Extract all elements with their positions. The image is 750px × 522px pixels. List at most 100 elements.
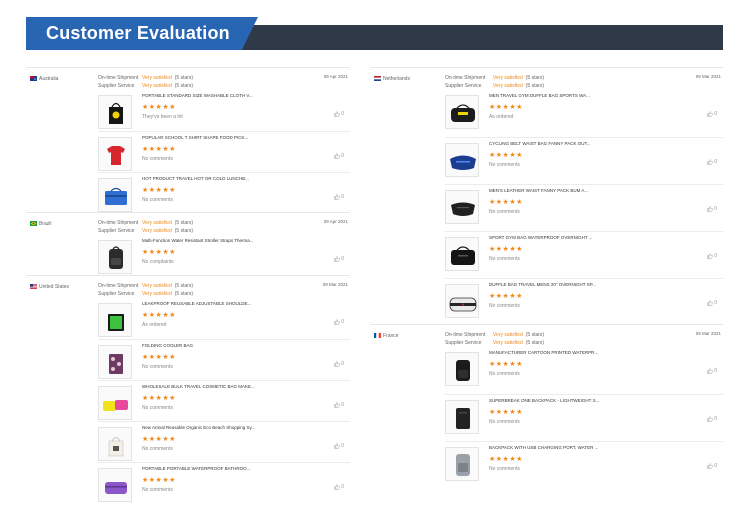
product-name-link[interactable]: DUFFLE BAG TRAVEL MENS 20" OVERNIGHT SP.… <box>489 282 596 287</box>
waist-bag-icon <box>450 155 476 170</box>
review-date: 09 Apr 2021 <box>323 219 348 224</box>
product-name-link[interactable]: HOT PRODUCT TRAVEL HOT OR COLD LUNCHB... <box>142 176 249 181</box>
on-time-shipment-label: On-time Shipment <box>98 75 139 81</box>
customer-evaluation-page: Customer Evaluation Australia On-time Shi… <box>0 0 750 522</box>
product-name-link[interactable]: MEN TRAVEL GYM DUFFLE BAG SPORTS WA... <box>489 93 590 98</box>
like-button[interactable]: 0 <box>707 253 717 259</box>
review-item: SUPERBREAK ONE BACKPACK - LIGHTWEIGHT S.… <box>445 394 723 441</box>
product-thumbnail[interactable] <box>445 400 479 434</box>
like-button[interactable]: 0 <box>334 402 344 408</box>
like-count: 0 <box>341 153 344 159</box>
review-item: POPULAR SCHOOL T SHIRT SHAPE FOOD PICK..… <box>98 131 350 172</box>
product-name-link[interactable]: WHOLESALE BULK TRAVEL COSMETIC BAG MAKE.… <box>142 384 255 389</box>
product-name-link[interactable]: PORTABLE PORTABLE WATERPROOF BATHROO... <box>142 466 250 471</box>
product-star-rating: ★★★★★ <box>489 152 523 159</box>
product-name-link[interactable]: MANUFACTURER CARTOON PRINTED WATERPR... <box>489 350 598 355</box>
review-item: BACKPACK WITH USB CHARGING PORT, WATER .… <box>445 441 723 488</box>
product-name-link[interactable]: LEAKPROOF REUSABLE ADJUSTABLE SHOULDE... <box>142 301 251 306</box>
review-item: MEN TRAVEL GYM DUFFLE BAG SPORTS WA... ★★… <box>445 90 723 137</box>
product-star-rating: ★★★★★ <box>142 395 176 402</box>
like-button[interactable]: 0 <box>334 256 344 262</box>
supplier-service-label: Supplier Service <box>98 291 135 297</box>
like-count: 0 <box>341 484 344 490</box>
like-button[interactable]: 0 <box>334 361 344 367</box>
thumbs-up-icon <box>707 159 713 165</box>
product-name-link[interactable]: CYCLING BELT WAIST BAG FANNY PACK OUT... <box>489 141 590 146</box>
canvas-tote-icon <box>108 437 124 457</box>
country-name: Netherlands <box>383 76 410 82</box>
like-count: 0 <box>341 361 344 367</box>
product-thumbnail[interactable] <box>445 190 479 224</box>
product-thumbnail[interactable] <box>445 95 479 129</box>
toiletry-bag-icon <box>105 482 127 494</box>
service-stars-count: (5 stars) <box>525 340 545 346</box>
like-button[interactable]: 0 <box>334 319 344 325</box>
product-thumbnail[interactable] <box>98 178 132 212</box>
like-button[interactable]: 0 <box>707 463 717 469</box>
like-button[interactable]: 0 <box>334 443 344 449</box>
service-stars-count: (5 stars) <box>174 83 194 89</box>
thumbs-up-icon <box>334 256 340 262</box>
product-name-link[interactable]: BACKPACK WITH USB CHARGING PORT, WATER .… <box>489 445 598 450</box>
review-comment: As ordered <box>142 322 167 328</box>
product-name-link[interactable]: Multi-Function Water Resistant Stroller … <box>142 238 254 243</box>
service-rating-text: Very satisfied <box>142 228 172 234</box>
like-button[interactable]: 0 <box>707 206 717 212</box>
like-button[interactable]: 0 <box>707 368 717 374</box>
product-thumbnail[interactable] <box>98 427 132 461</box>
like-button[interactable]: 0 <box>334 111 344 117</box>
product-name-link[interactable]: FOLDING COOLER BAG <box>142 343 193 348</box>
product-thumbnail[interactable] <box>445 352 479 386</box>
country-name: United States <box>39 284 70 290</box>
product-thumbnail[interactable] <box>98 95 132 129</box>
on-time-shipment-label: On-time Shipment <box>445 332 486 338</box>
shipment-rating-text: Very satisfied <box>142 220 172 226</box>
brazil-flag-icon <box>30 221 37 226</box>
like-button[interactable]: 0 <box>707 300 717 306</box>
review-item: MEN'S LEATHER WAIST FANNY PACK BUM A... ★… <box>445 184 723 231</box>
green-cooler-bag-icon <box>108 314 124 331</box>
product-star-rating: ★★★★★ <box>489 456 523 463</box>
product-name-link[interactable]: SPORT GYM BAG WATERPROOF OVERNIGHT ... <box>489 235 593 240</box>
review-item: New Arrival Reusable Organic Eco Beach S… <box>98 421 350 462</box>
product-thumbnail[interactable] <box>445 143 479 177</box>
product-thumbnail[interactable] <box>445 237 479 271</box>
product-thumbnail[interactable] <box>445 447 479 481</box>
thumbs-up-icon <box>707 463 713 469</box>
shipment-rating: Very satisfied (5 stars) <box>142 75 193 81</box>
diaper-backpack-icon <box>109 246 123 269</box>
shipment-stars-count: (5 stars) <box>525 75 545 81</box>
review-comment: No comments <box>489 256 520 262</box>
product-name-link[interactable]: PORTABLE STANDARD SIZE WASHABLE CLOTH V.… <box>142 93 253 98</box>
review-item: PORTABLE STANDARD SIZE WASHABLE CLOTH V.… <box>98 90 350 131</box>
product-thumbnail[interactable] <box>98 303 132 337</box>
like-count: 0 <box>341 402 344 408</box>
reviewer-country: United States <box>30 284 69 290</box>
like-button[interactable]: 0 <box>707 111 717 117</box>
floral-cooler-bag-icon <box>109 354 123 374</box>
like-button[interactable]: 0 <box>707 416 717 422</box>
product-thumbnail[interactable] <box>98 345 132 379</box>
like-count: 0 <box>714 111 717 117</box>
product-thumbnail[interactable] <box>98 468 132 502</box>
review-comment: No comments <box>142 487 173 493</box>
product-name-link[interactable]: POPULAR SCHOOL T SHIRT SHAPE FOOD PICK..… <box>142 135 248 140</box>
product-thumbnail[interactable] <box>98 137 132 171</box>
product-name-link[interactable]: New Arrival Reusable Organic Eco Beach S… <box>142 425 255 430</box>
service-stars-count: (5 stars) <box>174 291 194 297</box>
product-thumbnail[interactable] <box>98 386 132 420</box>
product-name-link[interactable]: SUPERBREAK ONE BACKPACK - LIGHTWEIGHT S.… <box>489 398 599 403</box>
product-thumbnail[interactable] <box>98 240 132 274</box>
like-button[interactable]: 0 <box>707 159 717 165</box>
like-button[interactable]: 0 <box>334 153 344 159</box>
like-button[interactable]: 0 <box>334 194 344 200</box>
gym-bag-icon <box>451 246 475 265</box>
product-star-rating: ★★★★★ <box>142 146 176 153</box>
shipment-rating: Very satisfied (5 stars) <box>493 75 544 81</box>
thumbs-up-icon <box>334 319 340 325</box>
product-thumbnail[interactable] <box>445 284 479 318</box>
product-name-link[interactable]: MEN'S LEATHER WAIST FANNY PACK BUM A... <box>489 188 588 193</box>
like-button[interactable]: 0 <box>334 484 344 490</box>
black-backpack-icon <box>456 360 470 381</box>
like-count: 0 <box>714 463 717 469</box>
